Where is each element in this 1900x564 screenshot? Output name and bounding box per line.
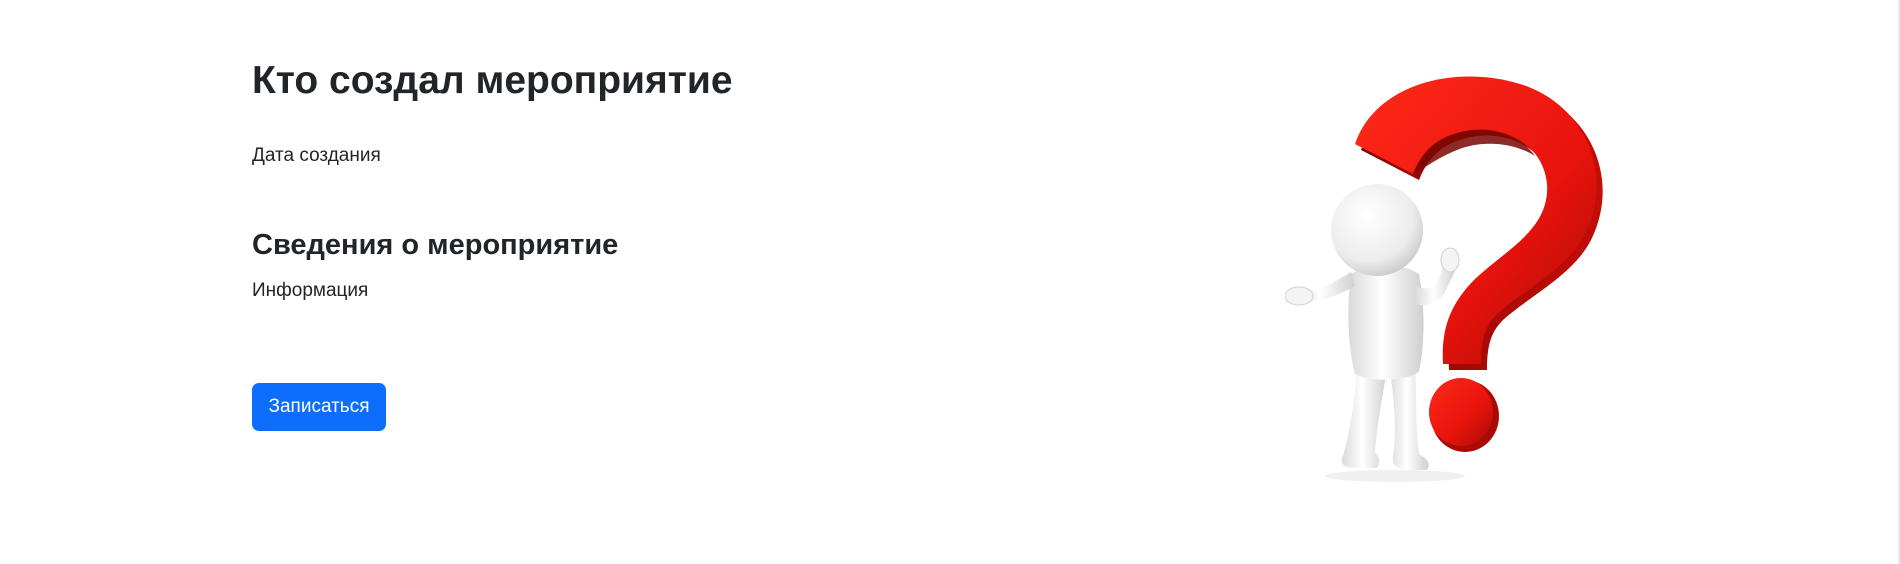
main-content: Кто создал мероприятие Дата создания Све… <box>0 0 1900 564</box>
page-title: Кто создал мероприятие <box>252 59 733 102</box>
creation-date-label: Дата создания <box>252 145 381 166</box>
event-page: Кто создал мероприятие Дата создания Све… <box>0 0 1900 564</box>
question-mark-figure-icon <box>1285 76 1603 482</box>
event-details-heading: Сведения о мероприятие <box>252 229 619 261</box>
signup-button[interactable]: Записаться <box>252 383 386 431</box>
event-info-text: Информация <box>252 280 369 301</box>
